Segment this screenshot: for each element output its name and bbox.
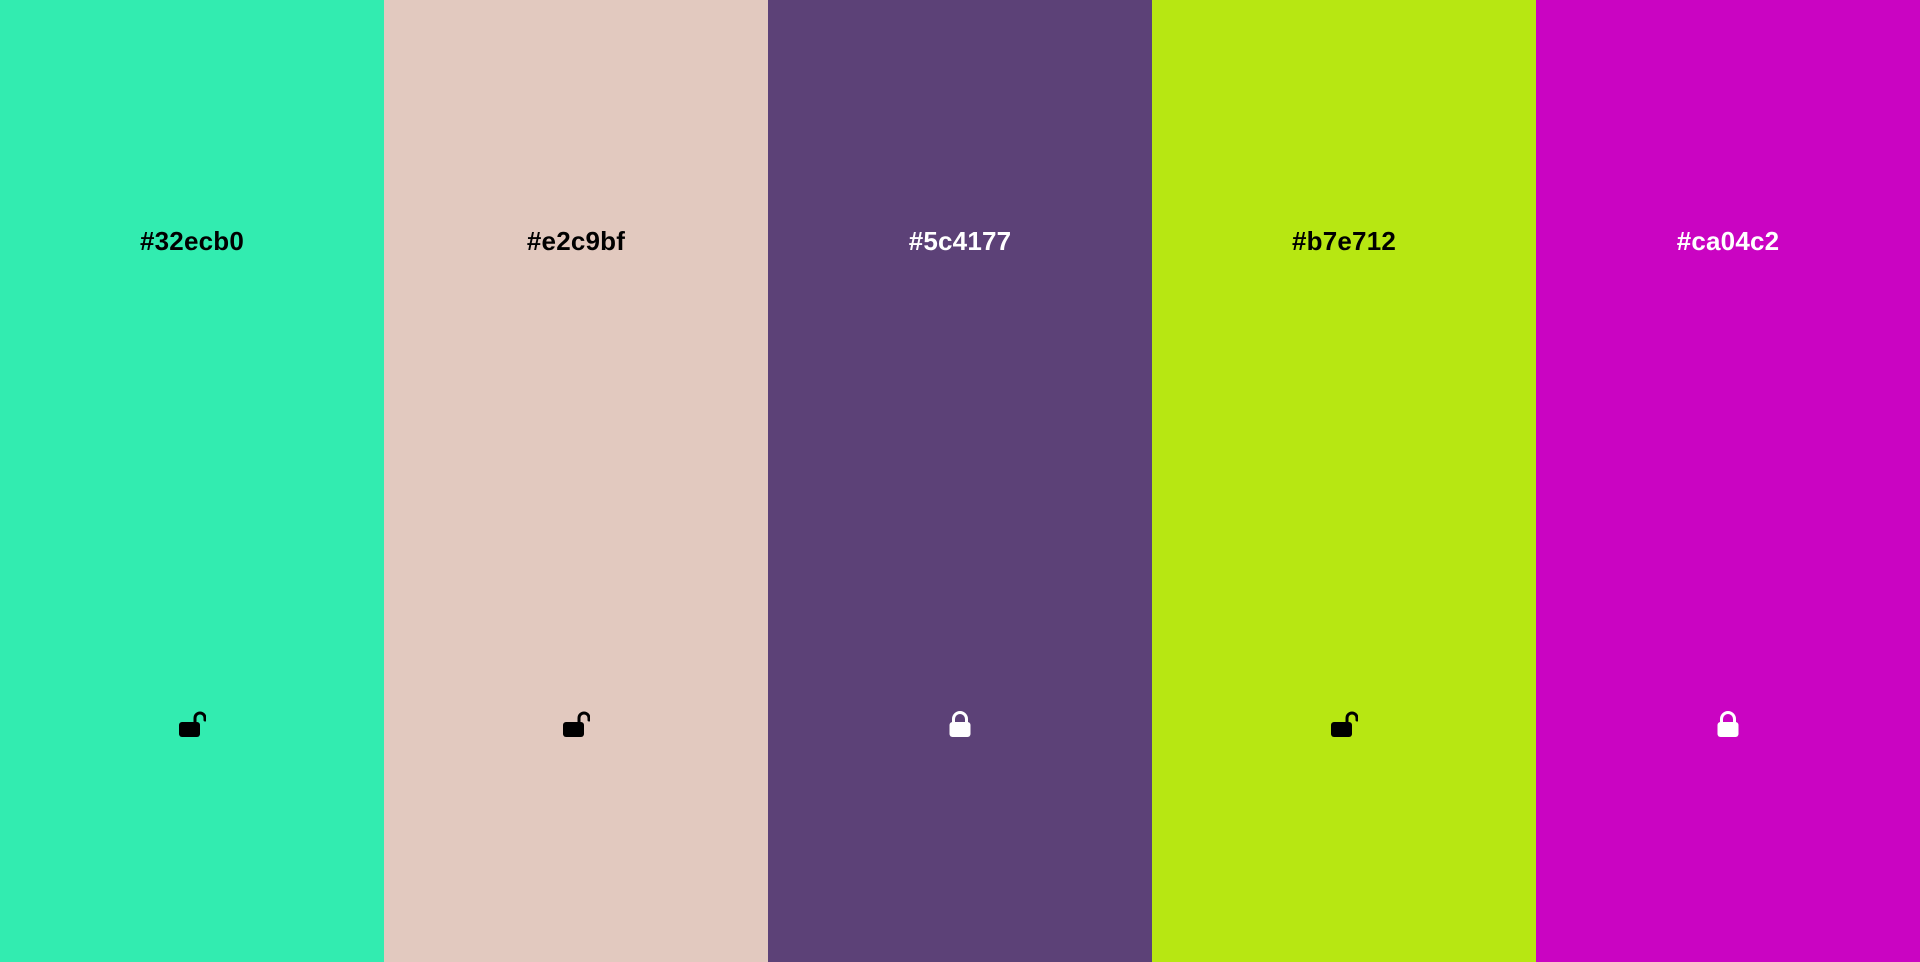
hex-code-label[interactable]: #32ecb0 [0, 223, 384, 259]
color-swatch[interactable]: #5c4177 [768, 0, 1152, 962]
unlock-icon [1331, 711, 1358, 737]
lock-toggle-button[interactable] [172, 704, 212, 744]
color-swatch[interactable]: #b7e712 [1152, 0, 1536, 962]
lock-icon [1717, 711, 1739, 737]
unlock-icon [179, 711, 206, 737]
lock-toggle-button[interactable] [1708, 704, 1748, 744]
lock-icon [949, 711, 971, 737]
color-swatch[interactable]: #ca04c2 [1536, 0, 1920, 962]
lock-toggle-button[interactable] [556, 704, 596, 744]
hex-code-label[interactable]: #5c4177 [768, 223, 1152, 259]
color-swatch[interactable]: #32ecb0 [0, 0, 384, 962]
hex-code-label[interactable]: #b7e712 [1152, 223, 1536, 259]
color-palette: #32ecb0 #e2c9bf #5c4177 #b7e712 #ca04c2 [0, 0, 1920, 962]
lock-toggle-button[interactable] [1324, 704, 1364, 744]
hex-code-label[interactable]: #ca04c2 [1536, 223, 1920, 259]
color-swatch[interactable]: #e2c9bf [384, 0, 768, 962]
lock-toggle-button[interactable] [940, 704, 980, 744]
hex-code-label[interactable]: #e2c9bf [384, 223, 768, 259]
unlock-icon [563, 711, 590, 737]
